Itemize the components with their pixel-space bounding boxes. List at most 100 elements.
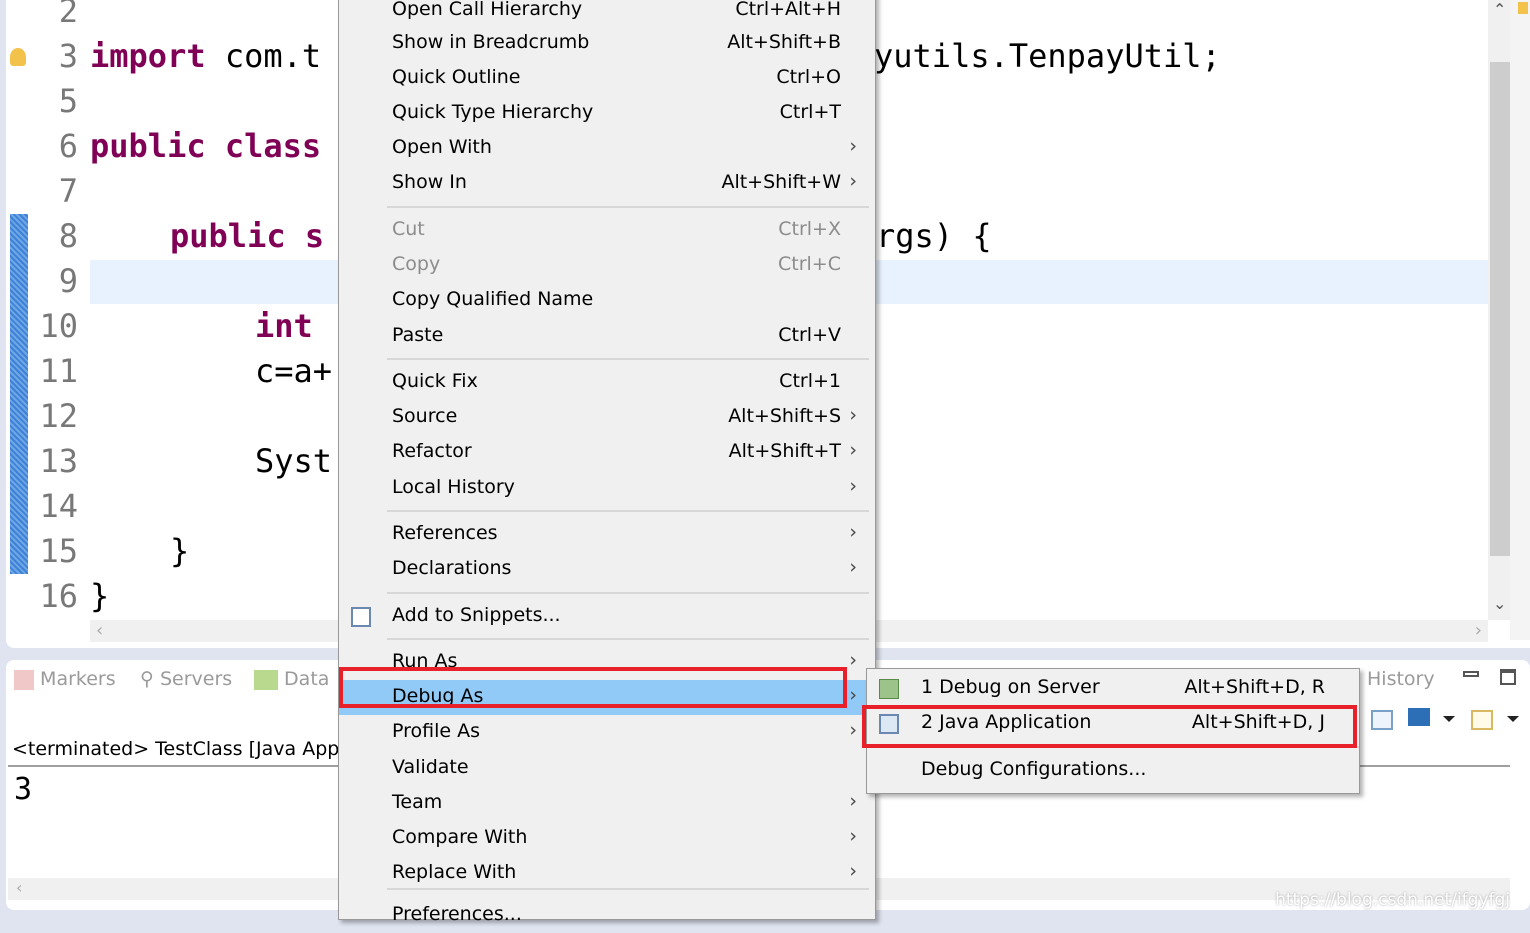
menu-item-refactor[interactable]: Refactor Alt+Shift+T › (339, 435, 875, 470)
menu-item-open-call-hierarchy[interactable]: Open Call Hierarchy Ctrl+Alt+H (339, 0, 875, 28)
submenu-arrow-icon: › (849, 475, 857, 497)
menu-separator (387, 638, 869, 640)
new-console-icon[interactable] (1471, 710, 1493, 730)
menu-item-label: Compare With (392, 826, 528, 848)
menu-item-quick-type-hierarchy[interactable]: Quick Type Hierarchy Ctrl+T (339, 96, 875, 131)
scroll-thumb[interactable] (1490, 62, 1512, 556)
menu-item-shortcut: Alt+Shift+T (728, 440, 841, 462)
code-line: import com.t (90, 37, 321, 75)
minimize-icon[interactable] (1463, 671, 1479, 677)
submenu-arrow-icon: › (849, 825, 857, 847)
tab-history[interactable]: History (1367, 668, 1435, 690)
menu-item-shortcut: Ctrl+X (778, 218, 841, 240)
submenu-arrow-icon: › (849, 135, 857, 157)
dropdown-arrow-icon[interactable] (1507, 716, 1519, 728)
menu-item-show-in-breadcrumb[interactable]: Show in Breadcrumb Alt+Shift+B (339, 26, 875, 61)
maximize-icon[interactable] (1500, 669, 1516, 685)
pin-console-icon[interactable] (1371, 710, 1393, 730)
menu-item-label: Open Call Hierarchy (392, 0, 583, 20)
menu-item-label: Refactor (392, 440, 472, 462)
menu-item-shortcut: Ctrl+T (779, 101, 841, 123)
display-console-icon[interactable] (1408, 708, 1430, 726)
line-number: 16 (39, 577, 78, 615)
data-source-icon (254, 669, 278, 690)
menu-item-label: Preferences... (392, 903, 522, 925)
menu-item-1-debug-on-server[interactable]: 1 Debug on Server Alt+Shift+D, R (867, 671, 1359, 706)
tab-label: Servers (159, 668, 233, 690)
menu-item-compare-with[interactable]: Compare With › (339, 821, 875, 856)
submenu-arrow-icon: › (849, 790, 857, 812)
tab-data[interactable]: Data (254, 668, 329, 690)
menu-item-label: Team (392, 791, 443, 813)
line-number: 10 (39, 307, 78, 345)
tab-label: Data (284, 668, 330, 690)
menu-item-add-to-snippets[interactable]: Add to Snippets... (339, 599, 875, 634)
debug-as-annotation-box (339, 667, 847, 708)
menu-item-cut[interactable]: Cut Ctrl+X (339, 213, 875, 248)
menu-item-shortcut: Ctrl+Alt+H (735, 0, 841, 20)
keyword: public s (170, 217, 325, 255)
menu-item-local-history[interactable]: Local History › (339, 471, 875, 506)
submenu-arrow-icon: › (849, 556, 857, 578)
menu-item-shortcut: Alt+Shift+B (727, 31, 841, 53)
menu-item-copy-qualified-name[interactable]: Copy Qualified Name (339, 283, 875, 318)
menu-item-profile-as[interactable]: Profile As › (339, 715, 875, 750)
code-line: Syst (255, 442, 332, 480)
keyword: int (255, 307, 313, 345)
context-menu: Open Call Hierarchy Ctrl+Alt+H Show in Bre… (338, 0, 876, 925)
menu-item-debug-configurations[interactable]: Debug Configurations... (867, 753, 1359, 788)
menu-item-show-in[interactable]: Show In Alt+Shift+W › (339, 166, 875, 201)
line-number: 8 (58, 217, 78, 255)
code-text: Syst (255, 442, 333, 480)
menu-item-declarations[interactable]: Declarations › (339, 552, 875, 587)
submenu-arrow-icon: › (849, 719, 857, 741)
menu-item-shortcut: Ctrl+V (778, 324, 841, 346)
menu-item-label: Open With (392, 136, 492, 158)
code-text: } (170, 532, 190, 570)
tab-servers[interactable]: ⚲ Servers (140, 668, 232, 690)
submenu-arrow-icon: › (849, 404, 857, 426)
menu-item-validate[interactable]: Validate (339, 751, 875, 786)
code-line: c=a+ (255, 352, 332, 390)
menu-item-label: Profile As (392, 720, 481, 742)
menu-item-label: Cut (392, 218, 425, 240)
menu-item-team[interactable]: Team › (339, 786, 875, 821)
menu-item-open-with[interactable]: Open With › (339, 131, 875, 166)
menu-item-paste[interactable]: Paste Ctrl+V (339, 319, 875, 354)
menu-item-copy[interactable]: Copy Ctrl+C (339, 248, 875, 283)
line-number: 14 (39, 487, 78, 525)
submenu-arrow-icon: › (849, 521, 857, 543)
menu-item-quick-fix[interactable]: Quick Fix Ctrl+1 (339, 365, 875, 400)
console-output: 3 (14, 772, 33, 807)
console-title: <terminated> TestClass [Java Appl (12, 738, 345, 760)
code-text: yutils.TenpayUtil; (874, 37, 1221, 75)
debug-server-icon (879, 679, 899, 699)
submenu-arrow-icon: › (849, 649, 857, 671)
menu-item-label: Validate (392, 756, 469, 778)
menu-item-source[interactable]: Source Alt+Shift+S › (339, 400, 875, 435)
warning-bulb-icon[interactable] (10, 48, 26, 66)
menu-item-label: Show in Breadcrumb (392, 31, 590, 53)
quick-diff-bar (10, 214, 28, 574)
tab-label: History (1367, 668, 1435, 690)
line-number: 9 (58, 262, 78, 300)
code-line: public s (170, 217, 324, 255)
menu-item-label: Copy Qualified Name (392, 288, 594, 310)
menu-item-quick-outline[interactable]: Quick Outline Ctrl+O (339, 61, 875, 96)
line-number: 6 (58, 127, 78, 165)
code-text: c=a+ (255, 352, 333, 390)
code-text: com.t (205, 37, 322, 75)
tab-markers[interactable]: Markers (14, 668, 116, 690)
dropdown-arrow-icon[interactable] (1443, 716, 1455, 728)
menu-item-label: Copy (392, 253, 441, 275)
menu-item-label: Quick Type Hierarchy (392, 101, 594, 123)
menu-item-replace-with[interactable]: Replace With › (339, 856, 875, 891)
watermark: https://blog.csdn.net/ifgyfgj (1275, 890, 1510, 910)
menu-item-references[interactable]: References › (339, 517, 875, 552)
menu-item-label: References (392, 522, 498, 544)
menu-item-label: Declarations (392, 557, 512, 579)
overview-ruler[interactable] (1510, 0, 1530, 640)
servers-icon: ⚲ (140, 668, 154, 690)
menu-item-preferences[interactable]: Preferences... (339, 898, 875, 933)
menu-item-shortcut: Alt+Shift+W (721, 171, 841, 193)
